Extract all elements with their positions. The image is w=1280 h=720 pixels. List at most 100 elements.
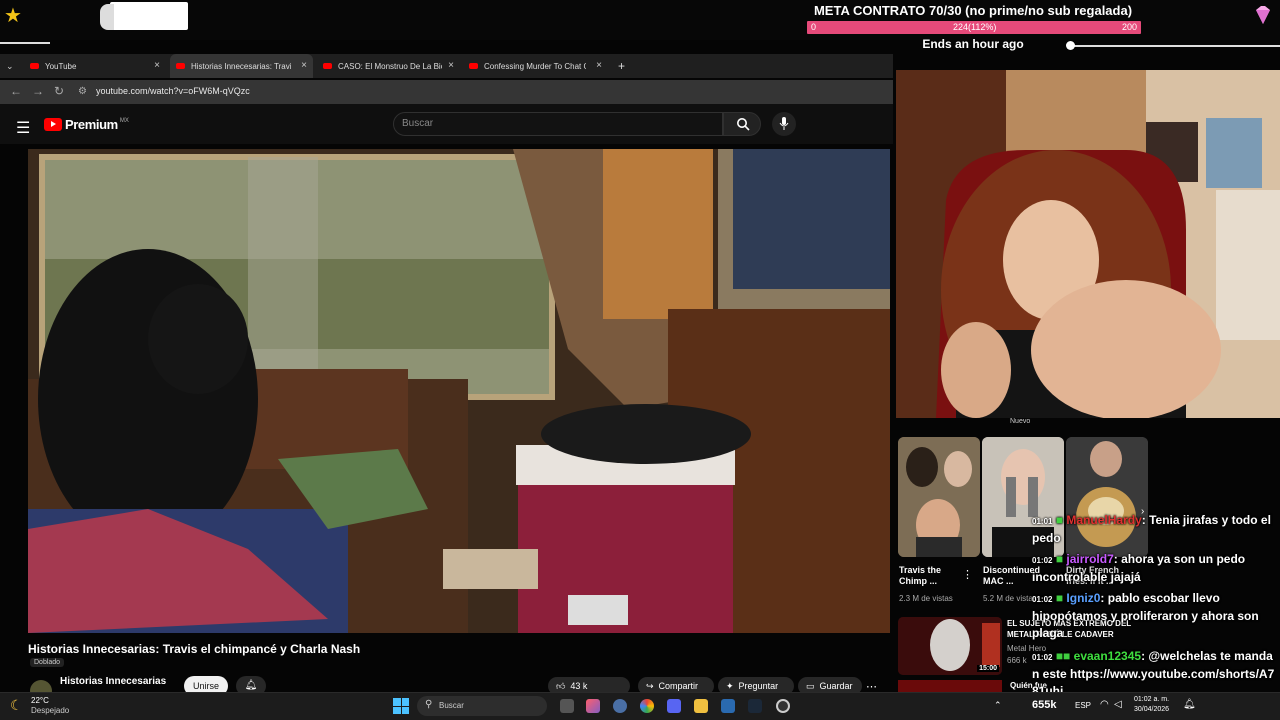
close-icon[interactable]: ×: [596, 60, 602, 71]
brand-name: Premium: [65, 117, 118, 132]
site-info-icon[interactable]: ⚙: [78, 86, 87, 97]
chat-username: Igniz0: [1066, 591, 1101, 605]
chat-username: evaan12345: [1073, 649, 1142, 663]
language-indicator[interactable]: ESP: [1075, 701, 1091, 710]
chat-username: jairrold7: [1066, 552, 1114, 566]
task-view-icon[interactable]: [560, 699, 574, 713]
goal-title: META CONTRATO 70/30 (no prime/no sub reg…: [813, 3, 1133, 18]
chat-time: 01:01: [1032, 517, 1053, 526]
chat-time: 01:02: [1032, 595, 1053, 604]
close-icon[interactable]: ×: [448, 60, 454, 71]
region-code: MX: [119, 117, 129, 124]
search-icon: ⚲: [425, 699, 433, 710]
address-bar-row: ← → ↻ ⚙ youtube.com/watch?v=oFW6M-qVQzc: [0, 80, 893, 104]
chat-badge-icon: ■: [1055, 513, 1064, 527]
search-button[interactable]: [723, 112, 761, 136]
chat-badge-icon: ■■: [1055, 649, 1071, 663]
more-vertical-icon[interactable]: ⋮: [962, 568, 973, 581]
share-label: Compartir: [658, 681, 699, 691]
settings-icon[interactable]: [613, 699, 627, 713]
short-views: 2.3 M de vistas: [899, 594, 953, 603]
youtube-favicon-icon: [176, 63, 185, 69]
clock-date[interactable]: 30/04/2026: [1134, 706, 1169, 713]
close-icon[interactable]: ×: [301, 60, 307, 71]
url-field[interactable]: youtube.com/watch?v=oFW6M-qVQzc: [96, 86, 250, 96]
reload-icon[interactable]: ↻: [54, 84, 64, 98]
tab-caso-video[interactable]: CASO: El Monstruo De La Biciclet ×: [317, 54, 460, 78]
browser-tab-strip: ⌄ YouTube × Historias Innecesarias: Trav…: [0, 54, 893, 78]
like-count: 43 k: [570, 681, 588, 691]
share-icon: ↪: [646, 680, 654, 691]
notification-bell-icon[interactable]: 🔔︎: [1183, 699, 1196, 710]
microphone-icon: [779, 117, 789, 130]
voice-search-button[interactable]: [772, 112, 796, 136]
forward-icon[interactable]: →: [32, 84, 44, 98]
webcam-image: [896, 70, 1280, 418]
chrome-icon[interactable]: [640, 699, 654, 713]
chat-message: 01:02 ■ Igniz0: pablo escobar llevo hipo…: [1032, 591, 1259, 640]
weather-temp[interactable]: 22°C: [31, 696, 49, 705]
menu-icon[interactable]: ☰: [16, 118, 30, 138]
volume-icon[interactable]: ◁: [1114, 699, 1122, 710]
save-label: Guardar: [819, 681, 853, 691]
short-image: [898, 437, 980, 557]
chat-message: 01:01 ■ ManuelHardy: Tenia jirafas y tod…: [1032, 513, 1271, 545]
tab-label: Historias Innecesarias: Travis el: [191, 61, 291, 71]
close-icon[interactable]: ×: [154, 60, 160, 71]
file-explorer-icon[interactable]: [694, 699, 708, 713]
gem-icon: [1256, 6, 1270, 24]
goal-ends-text: Ends an hour ago: [922, 37, 1024, 51]
ask-label: Preguntar: [738, 681, 779, 691]
tab-youtube[interactable]: YouTube ×: [24, 54, 166, 78]
weather-condition[interactable]: Despejado: [31, 706, 69, 715]
weather-moon-icon: ☾: [10, 697, 23, 713]
channel-name[interactable]: Historias Innecesarias: [60, 676, 166, 687]
star-icon: ★: [4, 5, 22, 27]
new-tab-button[interactable]: +: [612, 54, 632, 78]
clock-time[interactable]: 01:02 a. m.: [1134, 696, 1169, 703]
search-input[interactable]: Buscar: [393, 112, 723, 136]
overlay-deco-line-right: [1070, 45, 1280, 47]
wifi-icon[interactable]: ◠: [1100, 699, 1109, 710]
side-video-thumbnail[interactable]: 15:00: [898, 617, 1002, 675]
chat-message: 01:02 ■ jairrold7: ahora ya son un pedo …: [1032, 552, 1246, 584]
goal-min: 0: [811, 22, 817, 32]
youtube-premium-logo[interactable]: Premium MX: [44, 117, 129, 132]
search-icon: [737, 118, 750, 131]
steam-icon[interactable]: [748, 699, 762, 713]
side-video-views: 666 k: [1007, 656, 1027, 665]
video-title: Historias Innecesarias: Travis el chimpa…: [28, 642, 361, 656]
chat-badge-icon: ■: [1055, 591, 1064, 605]
overlay-white-box: [110, 2, 188, 30]
short-thumbnail[interactable]: [898, 437, 980, 557]
youtube-play-icon: [44, 118, 62, 131]
sparkle-icon: ✦: [726, 680, 734, 691]
goal-progress-bar: 0 224(112%) 200: [807, 21, 1141, 34]
windows-start-icon[interactable]: [393, 698, 409, 714]
side-video-duration: 15:00: [977, 665, 999, 672]
tab-confessing-video[interactable]: Confessing Murder To Chat GPT ×: [463, 54, 608, 78]
youtube-favicon-icon: [30, 63, 39, 69]
video-player[interactable]: [28, 149, 890, 633]
tab-label: Confessing Murder To Chat GPT: [484, 61, 586, 71]
chevron-up-icon[interactable]: ⌃: [994, 700, 1002, 711]
youtube-favicon-icon: [469, 63, 478, 69]
photos-icon[interactable]: [721, 699, 735, 713]
chat-time: 01:02: [1032, 556, 1053, 565]
tab-list-button[interactable]: ⌄: [0, 54, 20, 78]
back-icon[interactable]: ←: [10, 84, 22, 98]
bookmark-icon: ▭: [806, 680, 815, 691]
overlay-pill-edge: [100, 4, 114, 30]
goal-max: 200: [1121, 22, 1137, 32]
tab-travis-video[interactable]: Historias Innecesarias: Travis el ×: [170, 54, 313, 78]
thumbs-up-icon: 👍︎: [556, 680, 566, 691]
short-title[interactable]: Travis the Chimp ...: [899, 565, 961, 587]
copilot-icon[interactable]: [586, 699, 600, 713]
taskbar-search[interactable]: ⚲ Buscar: [417, 696, 547, 716]
chat-time: 01:02: [1032, 653, 1053, 662]
obs-icon[interactable]: [776, 699, 790, 713]
overlay-deco-dot: [1066, 41, 1075, 50]
next-video-thumbnail[interactable]: [898, 680, 1002, 692]
tab-label: YouTube: [45, 61, 77, 71]
discord-icon[interactable]: [667, 699, 681, 713]
